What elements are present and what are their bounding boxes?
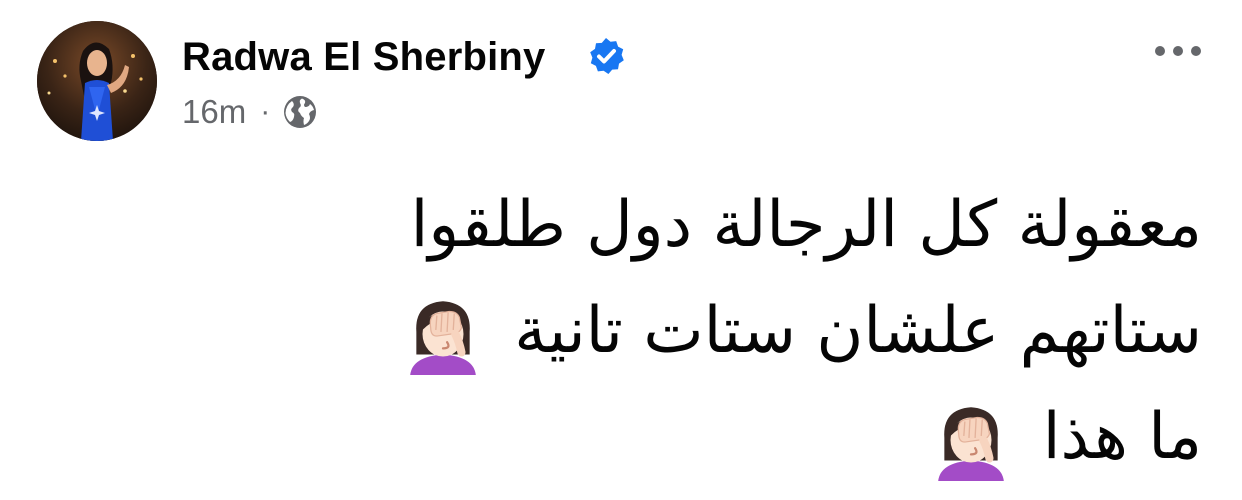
more-options-icon-dot [1173,46,1183,56]
post-text: معقولة كل الرجالة دول طلقوا [410,188,1202,262]
post-text-line: ستاتهم علشان ستات تانية [202,278,1202,384]
avatar[interactable] [37,21,157,141]
verified-badge-icon [590,38,624,74]
post-body: معقولة كل الرجالة دول طلقوا ستاتهم علشان… [202,172,1202,490]
avatar-image [37,21,157,141]
post-text-line: ما هذا [202,384,1202,490]
globe-icon[interactable] [282,94,318,130]
facebook-post: Radwa El Sherbiny 16m · معقولة كل الرجال… [0,0,1242,500]
face-palm-woman-emoji-icon [938,407,1005,482]
author-name[interactable]: Radwa El Sherbiny [182,33,546,81]
post-timestamp[interactable]: 16m [182,93,246,131]
post-text: ستاتهم علشان ستات تانية [514,294,1202,368]
post-text: ما هذا [1042,400,1202,474]
more-options-icon-dot [1191,46,1201,56]
post-meta: 16m · [182,90,318,134]
meta-separator: · [260,95,271,128]
more-options-button[interactable] [1145,30,1211,72]
more-options-icon-dot [1155,46,1165,56]
face-palm-woman-emoji-icon [410,301,476,376]
post-text-line: معقولة كل الرجالة دول طلقوا [202,172,1202,278]
